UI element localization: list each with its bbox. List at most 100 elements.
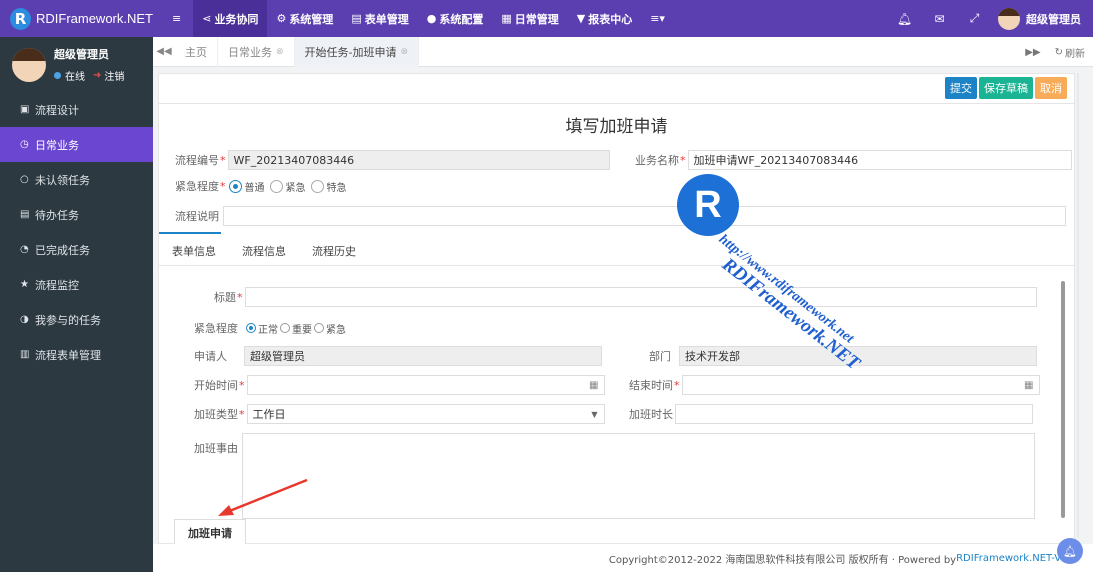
radio-label: 重要 [292, 324, 312, 336]
urgency-radio-urgent[interactable]: 紧急 [269, 179, 306, 194]
ot-type-select[interactable]: 工作日 ▼ [246, 404, 605, 424]
fullscreen-icon[interactable]: ⤢ [957, 0, 992, 37]
ot-applicant-label: 申请人 [194, 350, 227, 363]
ot-title-input[interactable] [244, 287, 1037, 307]
flow-no-field[interactable]: WF_20213407083446 [227, 150, 610, 170]
brand[interactable]: R RDIFramework.NET [0, 0, 153, 37]
calendar-icon[interactable]: ▦ [1024, 380, 1033, 391]
radio-label: 正常 [258, 324, 278, 336]
tab-daily-business[interactable]: 日常业务 ⊗ [218, 36, 295, 67]
top-right-tools: 🔔︎ ✉ ⤢ 超级管理员 [887, 0, 1093, 37]
circle-icon: ○ [20, 174, 29, 185]
menu-toggle-button[interactable]: ≡ [163, 0, 193, 37]
form-panel: 提交 保存草稿 取消 填写加班申请 流程编号 * WF_2021340708344… [158, 73, 1075, 545]
cancel-button[interactable]: 取消 [1035, 77, 1067, 99]
logout-icon[interactable]: ➜ [93, 70, 101, 81]
hamburger-icon: ≡ [172, 12, 182, 25]
envelope-icon[interactable]: ✉ [922, 0, 957, 37]
star-icon: ★ [20, 279, 29, 290]
sidebar-item-unclaimed-tasks[interactable]: ○ 未认领任务 [0, 162, 153, 197]
tabs-prev-icon[interactable]: ◀◀ [153, 46, 175, 57]
ot-urgency-normal[interactable]: 正常 [246, 321, 278, 336]
close-icon[interactable]: ⊗ [401, 47, 409, 57]
menu-system-management[interactable]: ⚙ 系统管理 [267, 0, 342, 37]
refresh-button[interactable]: 刷新 [1065, 45, 1085, 60]
tab-home[interactable]: 主页 [175, 36, 218, 67]
divider [159, 103, 1074, 104]
ot-duration-input[interactable] [675, 404, 1033, 424]
caret-down-icon: ▼ [591, 409, 598, 419]
urgency-radio-normal[interactable]: 普通 [228, 179, 265, 194]
sidebar-item-flow-monitor[interactable]: ★ 流程监控 [0, 267, 153, 302]
ot-start-label: 开始时间 [194, 379, 238, 392]
tab-form-info[interactable]: 表单信息 [159, 237, 229, 265]
menu-label: 系统配置 [439, 12, 484, 26]
ot-title-row: 标题 * [214, 287, 1037, 307]
desc-field[interactable] [223, 206, 1066, 226]
form-subtabs: 表单信息 流程信息 流程历史 [159, 237, 369, 265]
filter-icon: ▼ [576, 12, 586, 25]
circle-icon: ● [426, 12, 437, 25]
menu-business-collab[interactable]: ⋖ 业务协同 [193, 0, 268, 37]
ot-dept-row: 部门 技术开发部 [649, 346, 1037, 366]
brand-logo-icon: R [10, 7, 31, 30]
menu-label: 系统管理 [289, 12, 334, 26]
ot-reason-row: 加班事由 [194, 440, 238, 456]
sidebar-item-my-tasks[interactable]: ◑ 我参与的任务 [0, 302, 153, 337]
sidebar-item-label: 流程表单管理 [35, 348, 101, 362]
menu-form-management[interactable]: ▤ 表单管理 [342, 0, 417, 37]
ot-urgency-urgent[interactable]: 紧急 [314, 321, 346, 336]
inner-scrollbar[interactable] [1061, 281, 1065, 518]
sidebar-item-completed-tasks[interactable]: ◔ 已完成任务 [0, 232, 153, 267]
tab-overtime-request[interactable]: 开始任务-加班申请 ⊗ [294, 36, 420, 67]
bell-icon[interactable]: 🔔︎ [887, 0, 922, 37]
top-user-menu[interactable]: 超级管理员 [992, 7, 1093, 30]
tab-flow-history[interactable]: 流程历史 [299, 237, 369, 265]
tabs-next-icon[interactable]: ▶▶ [1025, 47, 1040, 58]
radio-label: 紧急 [285, 182, 306, 194]
sidebar-item-label: 流程设计 [35, 103, 79, 117]
ot-applicant-row: 申请人 超级管理员 [194, 346, 602, 366]
help-bell-icon[interactable]: 🔔︎ [1057, 538, 1083, 564]
ot-type-label: 加班类型 [194, 408, 238, 421]
ot-dept-field[interactable]: 技术开发部 [679, 346, 1037, 366]
urgency-row: 紧急程度 * 普通 紧急 特急 [175, 178, 352, 194]
ot-start-input[interactable]: ▦ [246, 375, 605, 395]
menu-label: 日常管理 [514, 12, 559, 26]
menu-report-center[interactable]: ▼ 报表中心 [568, 0, 641, 37]
save-draft-button[interactable]: 保存草稿 [979, 77, 1033, 99]
ot-reason-label: 加班事由 [194, 442, 238, 455]
biz-name-field[interactable]: 加班申请WF_20213407083446 [687, 150, 1072, 170]
sidebar-item-flow-design[interactable]: ▣ 流程设计 [0, 92, 153, 127]
calendar-icon: ▦ [501, 12, 512, 25]
ot-end-input[interactable]: ▦ [681, 375, 1040, 395]
tab-label: 日常业务 [228, 45, 272, 59]
active-tab-indicator [159, 232, 221, 234]
logout-link[interactable]: 注销 [104, 68, 124, 83]
radio-label: 特急 [326, 182, 347, 194]
urgency-radio-critical[interactable]: 特急 [310, 179, 347, 194]
ot-dept-label: 部门 [649, 350, 671, 363]
menu-system-config[interactable]: ● 系统配置 [418, 0, 493, 37]
ot-applicant-field[interactable]: 超级管理员 [244, 346, 602, 366]
sidebar-item-todo-tasks[interactable]: ▤ 待办任务 [0, 197, 153, 232]
sidebar-item-flow-form-management[interactable]: ▥ 流程表单管理 [0, 337, 153, 372]
sidebar-item-label: 待办任务 [35, 208, 79, 222]
bottom-tab-overtime[interactable]: 加班申请 [174, 519, 246, 545]
menu-more-dropdown[interactable]: ≡▾ [641, 0, 677, 37]
ot-reason-textarea[interactable] [242, 433, 1035, 519]
close-icon[interactable]: ⊗ [276, 47, 284, 57]
radio-icon [280, 323, 290, 333]
outer-scrollbar[interactable] [1077, 73, 1079, 538]
calendar-icon[interactable]: ▦ [589, 380, 598, 391]
refresh-icon[interactable]: ↻ [1055, 47, 1063, 58]
ot-urgency-important[interactable]: 重要 [280, 321, 312, 336]
top-menu: ≡ ⋖ 业务协同 ⚙ 系统管理 ▤ 表单管理 ● 系统配置 ▦ 日常管理 ▼ 报表中心 ≡▾ [163, 0, 677, 37]
submit-button[interactable]: 提交 [945, 77, 977, 99]
tab-label: 主页 [185, 45, 207, 59]
avatar [12, 47, 46, 82]
sidebar-item-daily-business[interactable]: ◷ 日常业务 [0, 127, 153, 162]
radio-icon [310, 179, 324, 193]
tab-flow-info[interactable]: 流程信息 [229, 237, 299, 265]
menu-daily-management[interactable]: ▦ 日常管理 [492, 0, 567, 37]
